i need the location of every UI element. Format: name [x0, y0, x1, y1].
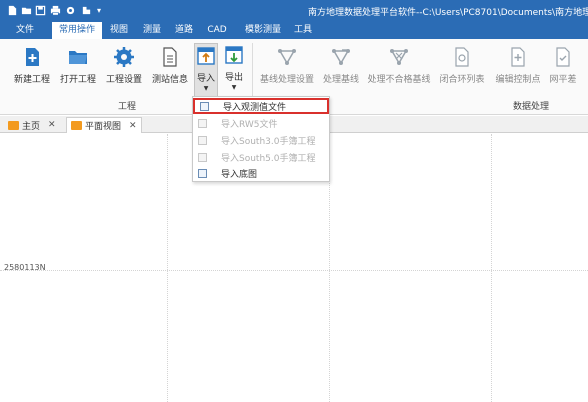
import-basemap-item[interactable]: 导入底图 [193, 165, 329, 181]
menu-cad[interactable]: CAD [202, 22, 232, 39]
new-project-icon [20, 45, 44, 69]
window-title: 南方地理数据处理平台软件--C:\Users\PC8701\Documents\… [308, 8, 588, 18]
grid-line [0, 270, 588, 271]
project-settings-gear-icon [112, 45, 136, 69]
plan-view-tab-icon [71, 121, 82, 130]
import-basemap-icon [198, 168, 207, 178]
menu-photogrammetry[interactable]: 模影测量 [238, 22, 288, 39]
open-project-icon [66, 45, 90, 69]
import-observation-file-item[interactable]: 导入观测值文件 [193, 98, 329, 114]
import-rw5-file-item[interactable]: 导入RW5文件 [193, 115, 329, 131]
group-label-data-processing: 数据处理 [513, 102, 550, 112]
process-failed-baseline-label: 处理不合格基线 [367, 75, 431, 85]
edit-control-points-label: 编辑控制点 [495, 75, 541, 85]
tab-home-label: 主页 [22, 121, 41, 132]
northing-coordinate-label: 2580113N [4, 263, 46, 272]
baseline-settings-label: 基线处理设置 [259, 75, 314, 85]
project-settings-label: 工程设置 [105, 75, 142, 85]
import-dropdown-arrow-icon: ▼ [203, 85, 209, 92]
group-label-project: 工程 [118, 102, 137, 112]
import-south3-project-item[interactable]: 导入South3.0手簿工程 [193, 132, 329, 148]
process-failed-baseline-button[interactable]: 处理不合格基线 [367, 45, 431, 89]
import-rw5-file-icon [198, 118, 207, 128]
station-info-document-icon [158, 45, 182, 69]
import-dropdown-menu: 导入观测值文件 导入RW5文件 导入South3.0手簿工程 导入South5.… [192, 96, 330, 182]
menu-bar: 文件 常用操作 视图 测量 道路 CAD 模影测量 工具 [0, 22, 588, 39]
edit-control-points-button[interactable]: 编辑控制点 [494, 45, 542, 89]
import-south3-project-icon [198, 135, 207, 145]
menu-common-operations[interactable]: 常用操作 [52, 22, 102, 39]
open-folder-icon[interactable] [20, 4, 32, 17]
title-bar: ▾ 南方地理数据处理平台软件--C:\Users\PC8701\Document… [0, 0, 588, 22]
menu-road[interactable]: 道路 [170, 22, 198, 39]
grid-line [167, 134, 168, 402]
open-project-label: 打开工程 [59, 75, 96, 85]
new-project-button[interactable]: 新建工程 [11, 45, 53, 89]
net-adjustment-button[interactable]: 网平差 [548, 45, 578, 89]
import-observation-file-label: 导入观测值文件 [223, 102, 287, 113]
print-icon[interactable] [49, 4, 61, 17]
process-baseline-icon [329, 45, 353, 69]
edit-control-points-icon [506, 45, 530, 69]
import-south5-project-label: 导入South5.0手簿工程 [221, 153, 316, 164]
import-basemap-label: 导入底图 [221, 169, 258, 180]
grid-line [491, 134, 492, 402]
process-baseline-button[interactable]: 处理基线 [322, 45, 360, 89]
menu-file[interactable]: 文件 [4, 22, 46, 39]
baseline-settings-icon [275, 45, 299, 69]
export-button[interactable]: 导出 ▼ [222, 43, 246, 99]
menu-tools[interactable]: 工具 [288, 22, 318, 39]
menu-survey[interactable]: 测量 [138, 22, 166, 39]
process-baseline-label: 处理基线 [322, 75, 359, 85]
export-label: 导出 [224, 73, 243, 83]
export-icon [222, 43, 246, 67]
save-icon[interactable] [34, 4, 46, 17]
import-observation-file-icon [200, 101, 209, 111]
closed-loop-list-button[interactable]: 闭合环列表 [438, 45, 486, 89]
tab-plan-view[interactable]: 平面视图 ✕ [66, 117, 142, 133]
open-project-button[interactable]: 打开工程 [57, 45, 99, 89]
process-failed-baseline-icon [387, 45, 411, 69]
import-button[interactable]: 导入 ▼ [194, 43, 218, 99]
net-adjustment-label: 网平差 [549, 75, 577, 85]
tab-plan-view-label: 平面视图 [85, 122, 122, 132]
menu-view[interactable]: 视图 [105, 22, 133, 39]
close-icon[interactable]: ✕ [48, 120, 56, 130]
tab-home[interactable]: 主页 ✕ [4, 117, 60, 133]
import-label: 导入 [196, 74, 215, 84]
app-window: ▾ 南方地理数据处理平台软件--C:\Users\PC8701\Document… [0, 0, 588, 402]
export-dropdown-arrow-icon: ▼ [231, 84, 237, 91]
import-south5-project-icon [198, 152, 207, 162]
close-icon[interactable]: ✕ [129, 121, 137, 131]
customize-dropdown-icon[interactable]: ▾ [93, 4, 105, 17]
import-rw5-file-label: 导入RW5文件 [221, 119, 278, 130]
project-settings-button[interactable]: 工程设置 [103, 45, 145, 89]
import-icon [194, 44, 218, 68]
net-adjustment-icon [551, 45, 575, 69]
station-info-label: 测站信息 [151, 75, 188, 85]
station-info-button[interactable]: 测站信息 [149, 45, 191, 89]
closed-loop-list-icon [450, 45, 474, 69]
closed-loop-list-label: 闭合环列表 [439, 75, 485, 85]
home-tab-icon [8, 120, 19, 130]
tool-icon[interactable] [80, 4, 92, 17]
new-project-label: 新建工程 [13, 75, 50, 85]
import-south5-project-item[interactable]: 导入South5.0手簿工程 [193, 149, 329, 165]
settings-gear-icon[interactable] [64, 4, 76, 17]
new-file-icon[interactable] [6, 4, 18, 17]
baseline-settings-button[interactable]: 基线处理设置 [259, 45, 315, 89]
import-south3-project-label: 导入South3.0手簿工程 [221, 136, 316, 147]
